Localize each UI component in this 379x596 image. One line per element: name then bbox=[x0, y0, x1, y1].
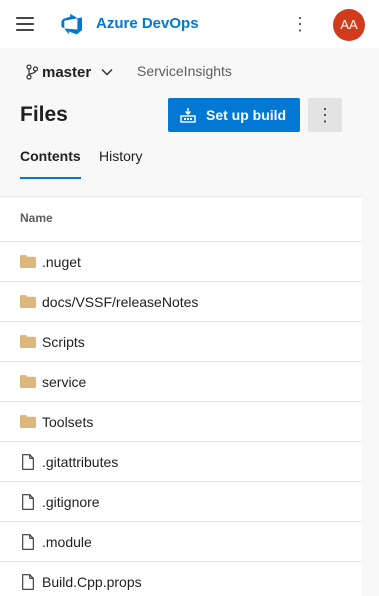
table-row[interactable]: service bbox=[0, 361, 362, 401]
item-name: Scripts bbox=[42, 333, 85, 350]
table-row[interactable]: .gitattributes bbox=[0, 441, 362, 481]
file-list: .nuget docs/VSSF/releaseNotes Scripts se… bbox=[0, 241, 362, 596]
files-table: Name .nuget docs/VSSF/releaseNotes Scrip… bbox=[0, 196, 362, 596]
build-pipeline-icon bbox=[180, 108, 196, 123]
item-name: service bbox=[42, 373, 87, 390]
table-row[interactable]: Build.Cpp.props bbox=[0, 561, 362, 596]
tab-contents[interactable]: Contents bbox=[20, 148, 81, 164]
folder-icon bbox=[20, 294, 36, 310]
column-header-name[interactable]: Name bbox=[20, 211, 53, 225]
set-up-build-button[interactable]: Set up build bbox=[168, 98, 300, 132]
table-row[interactable]: Toolsets bbox=[0, 401, 362, 441]
avatar[interactable]: AA bbox=[333, 9, 365, 41]
scroll-gutter bbox=[362, 196, 379, 596]
item-name: docs/VSSF/releaseNotes bbox=[42, 293, 199, 310]
table-row[interactable]: .nuget bbox=[0, 241, 362, 281]
item-name: Toolsets bbox=[42, 413, 94, 430]
selected-tab-indicator bbox=[20, 177, 81, 179]
file-icon bbox=[20, 493, 36, 510]
item-name: .module bbox=[42, 533, 92, 550]
branch-icon bbox=[26, 64, 38, 80]
chevron-down-icon bbox=[101, 68, 113, 76]
table-row[interactable]: .gitignore bbox=[0, 481, 362, 521]
folder-icon bbox=[20, 414, 36, 430]
branch-selector[interactable]: master bbox=[26, 62, 113, 82]
table-row[interactable]: .module bbox=[0, 521, 362, 561]
file-icon bbox=[20, 533, 36, 550]
repository-name[interactable]: ServiceInsights bbox=[137, 63, 232, 79]
table-row[interactable]: docs/VSSF/releaseNotes bbox=[0, 281, 362, 321]
set-up-build-label: Set up build bbox=[206, 107, 287, 123]
page-title: Files bbox=[20, 103, 68, 126]
item-name: .gitignore bbox=[42, 493, 100, 510]
brand-name[interactable]: Azure DevOps bbox=[96, 15, 199, 32]
item-name: Build.Cpp.props bbox=[42, 573, 142, 590]
folder-icon bbox=[20, 254, 36, 270]
table-row[interactable]: Scripts bbox=[0, 321, 362, 361]
item-name: .gitattributes bbox=[42, 453, 119, 470]
top-bar: Azure DevOps ⋮ AA bbox=[0, 0, 379, 48]
hamburger-menu-icon[interactable] bbox=[16, 17, 34, 31]
branch-name: master bbox=[42, 63, 92, 81]
folder-icon bbox=[20, 334, 36, 350]
more-options-icon[interactable]: ⋮ bbox=[290, 12, 310, 36]
item-name: .nuget bbox=[42, 253, 81, 270]
folder-icon bbox=[20, 374, 36, 390]
azure-devops-logo-icon[interactable] bbox=[60, 12, 84, 36]
file-icon bbox=[20, 453, 36, 470]
more-actions-button[interactable]: ⋮ bbox=[308, 98, 342, 132]
file-icon bbox=[20, 573, 36, 590]
tab-history[interactable]: History bbox=[99, 148, 143, 164]
